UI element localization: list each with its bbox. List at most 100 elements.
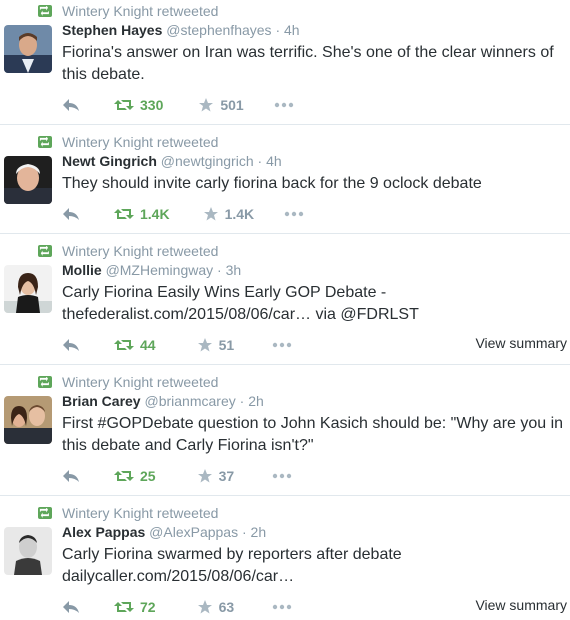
retweet-icon <box>114 209 134 219</box>
retweeted-by-text[interactable]: Wintery Knight retweeted <box>62 243 218 259</box>
tweet-card[interactable]: Wintery Knight retweeted Stephen Hayes @… <box>0 0 570 125</box>
author-handle[interactable]: @stephenfhayes <box>166 22 271 38</box>
retweet-context: Wintery Knight retweeted <box>38 2 218 20</box>
author-name[interactable]: Alex Pappas <box>62 524 145 540</box>
tweet-actions: 25 37 <box>62 466 292 486</box>
reply-icon[interactable] <box>62 600 80 614</box>
tweet-header: Alex Pappas @AlexPappas · 2h <box>62 524 266 540</box>
separator-dot: · <box>257 153 263 169</box>
tweet-text: First #GOPDebate question to John Kasich… <box>62 415 564 454</box>
retweet-context: Wintery Knight retweeted <box>38 242 218 260</box>
author-name[interactable]: Mollie <box>62 262 102 278</box>
retweet-badge-icon <box>38 376 52 388</box>
retweeted-by-text[interactable]: Wintery Knight retweeted <box>62 3 218 19</box>
retweet-badge-icon <box>38 245 52 257</box>
separator-dot: · <box>241 524 247 540</box>
retweet-button[interactable]: 72 <box>114 599 156 615</box>
retweet-button[interactable]: 44 <box>114 337 156 353</box>
tweet-header: Newt Gingrich @newtgingrich · 4h <box>62 153 282 169</box>
favorite-button[interactable]: 63 <box>197 599 235 615</box>
retweet-context: Wintery Knight retweeted <box>38 504 218 522</box>
reply-icon[interactable] <box>62 207 80 221</box>
retweet-context: Wintery Knight retweeted <box>38 373 218 391</box>
favorite-count: 51 <box>218 337 235 353</box>
reply-icon[interactable] <box>62 98 80 112</box>
retweet-badge-icon <box>38 136 52 148</box>
avatar[interactable] <box>4 396 52 444</box>
timestamp[interactable]: 4h <box>266 153 282 169</box>
timestamp[interactable]: 3h <box>226 262 242 278</box>
tweet-card[interactable]: Wintery Knight retweeted Newt Gingrich @… <box>0 131 570 234</box>
retweeted-by-text[interactable]: Wintery Knight retweeted <box>62 505 218 521</box>
more-icon[interactable] <box>272 342 292 348</box>
tweet-actions: 72 63 <box>62 597 292 617</box>
tweet-card[interactable]: Wintery Knight retweeted Brian Carey @br… <box>0 371 570 496</box>
retweet-count: 330 <box>140 97 164 113</box>
retweet-badge-icon <box>38 5 52 17</box>
author-name[interactable]: Stephen Hayes <box>62 22 162 38</box>
avatar[interactable] <box>4 25 52 73</box>
favorite-count: 501 <box>220 97 244 113</box>
star-icon <box>203 207 218 221</box>
timestamp[interactable]: 2h <box>251 524 267 540</box>
retweeted-by-text[interactable]: Wintery Knight retweeted <box>62 374 218 390</box>
retweet-button[interactable]: 330 <box>114 97 163 113</box>
tweet-text: Fiorina's answer on Iran was terrific. S… <box>62 44 554 83</box>
more-icon[interactable] <box>274 102 294 108</box>
retweet-count: 1.4K <box>140 206 170 222</box>
tweet-text: Carly Fiorina Easily Wins Early GOP Deba… <box>62 284 419 323</box>
retweet-count: 25 <box>140 468 156 484</box>
view-summary-link[interactable]: View summary <box>475 597 567 613</box>
retweet-count: 72 <box>140 599 156 615</box>
favorite-button[interactable]: 501 <box>199 97 244 113</box>
timestamp[interactable]: 4h <box>284 22 300 38</box>
author-handle[interactable]: @MZHemingway <box>106 262 214 278</box>
retweeted-by-text[interactable]: Wintery Knight retweeted <box>62 134 218 150</box>
author-handle[interactable]: @brianmcarey <box>144 393 235 409</box>
favorite-button[interactable]: 37 <box>197 468 235 484</box>
star-icon <box>197 469 212 483</box>
tweet-actions: 1.4K 1.4K <box>62 204 304 224</box>
author-handle[interactable]: @newtgingrich <box>161 153 254 169</box>
retweet-badge-icon <box>38 507 52 519</box>
retweet-context: Wintery Knight retweeted <box>38 133 218 151</box>
star-icon <box>199 98 214 112</box>
tweet-actions: 44 51 <box>62 335 292 355</box>
separator-dot: · <box>239 393 245 409</box>
author-name[interactable]: Brian Carey <box>62 393 141 409</box>
avatar[interactable] <box>4 265 52 313</box>
favorite-count: 63 <box>218 599 235 615</box>
tweet-card[interactable]: Wintery Knight retweeted Alex Pappas @Al… <box>0 502 570 620</box>
view-summary-link[interactable]: View summary <box>475 335 567 351</box>
retweet-icon <box>114 340 134 350</box>
tweet-text: They should invite carly fiorina back fo… <box>62 175 482 192</box>
author-handle[interactable]: @AlexPappas <box>149 524 238 540</box>
tweet-header: Brian Carey @brianmcarey · 2h <box>62 393 264 409</box>
star-icon <box>197 600 212 614</box>
retweet-button[interactable]: 1.4K <box>114 206 170 222</box>
more-icon[interactable] <box>284 211 304 217</box>
favorite-count: 1.4K <box>224 206 255 222</box>
more-icon[interactable] <box>272 604 292 610</box>
favorite-button[interactable]: 1.4K <box>203 206 255 222</box>
separator-dot: · <box>275 22 281 38</box>
retweet-button[interactable]: 25 <box>114 468 156 484</box>
tweet-text: Carly Fiorina swarmed by reporters after… <box>62 546 402 585</box>
favorite-button[interactable]: 51 <box>197 337 235 353</box>
avatar[interactable] <box>4 527 52 575</box>
avatar[interactable] <box>4 156 52 204</box>
author-name[interactable]: Newt Gingrich <box>62 153 157 169</box>
retweet-icon <box>114 602 134 612</box>
reply-icon[interactable] <box>62 469 80 483</box>
tweet-card[interactable]: Wintery Knight retweeted Mollie @MZHemin… <box>0 240 570 365</box>
star-icon <box>197 338 212 352</box>
tweet-header: Stephen Hayes @stephenfhayes · 4h <box>62 22 300 38</box>
favorite-count: 37 <box>218 468 235 484</box>
tweet-header: Mollie @MZHemingway · 3h <box>62 262 241 278</box>
tweet-actions: 330 501 <box>62 95 294 115</box>
timestamp[interactable]: 2h <box>248 393 264 409</box>
reply-icon[interactable] <box>62 338 80 352</box>
retweet-count: 44 <box>140 337 156 353</box>
more-icon[interactable] <box>272 473 292 479</box>
retweet-icon <box>114 471 134 481</box>
